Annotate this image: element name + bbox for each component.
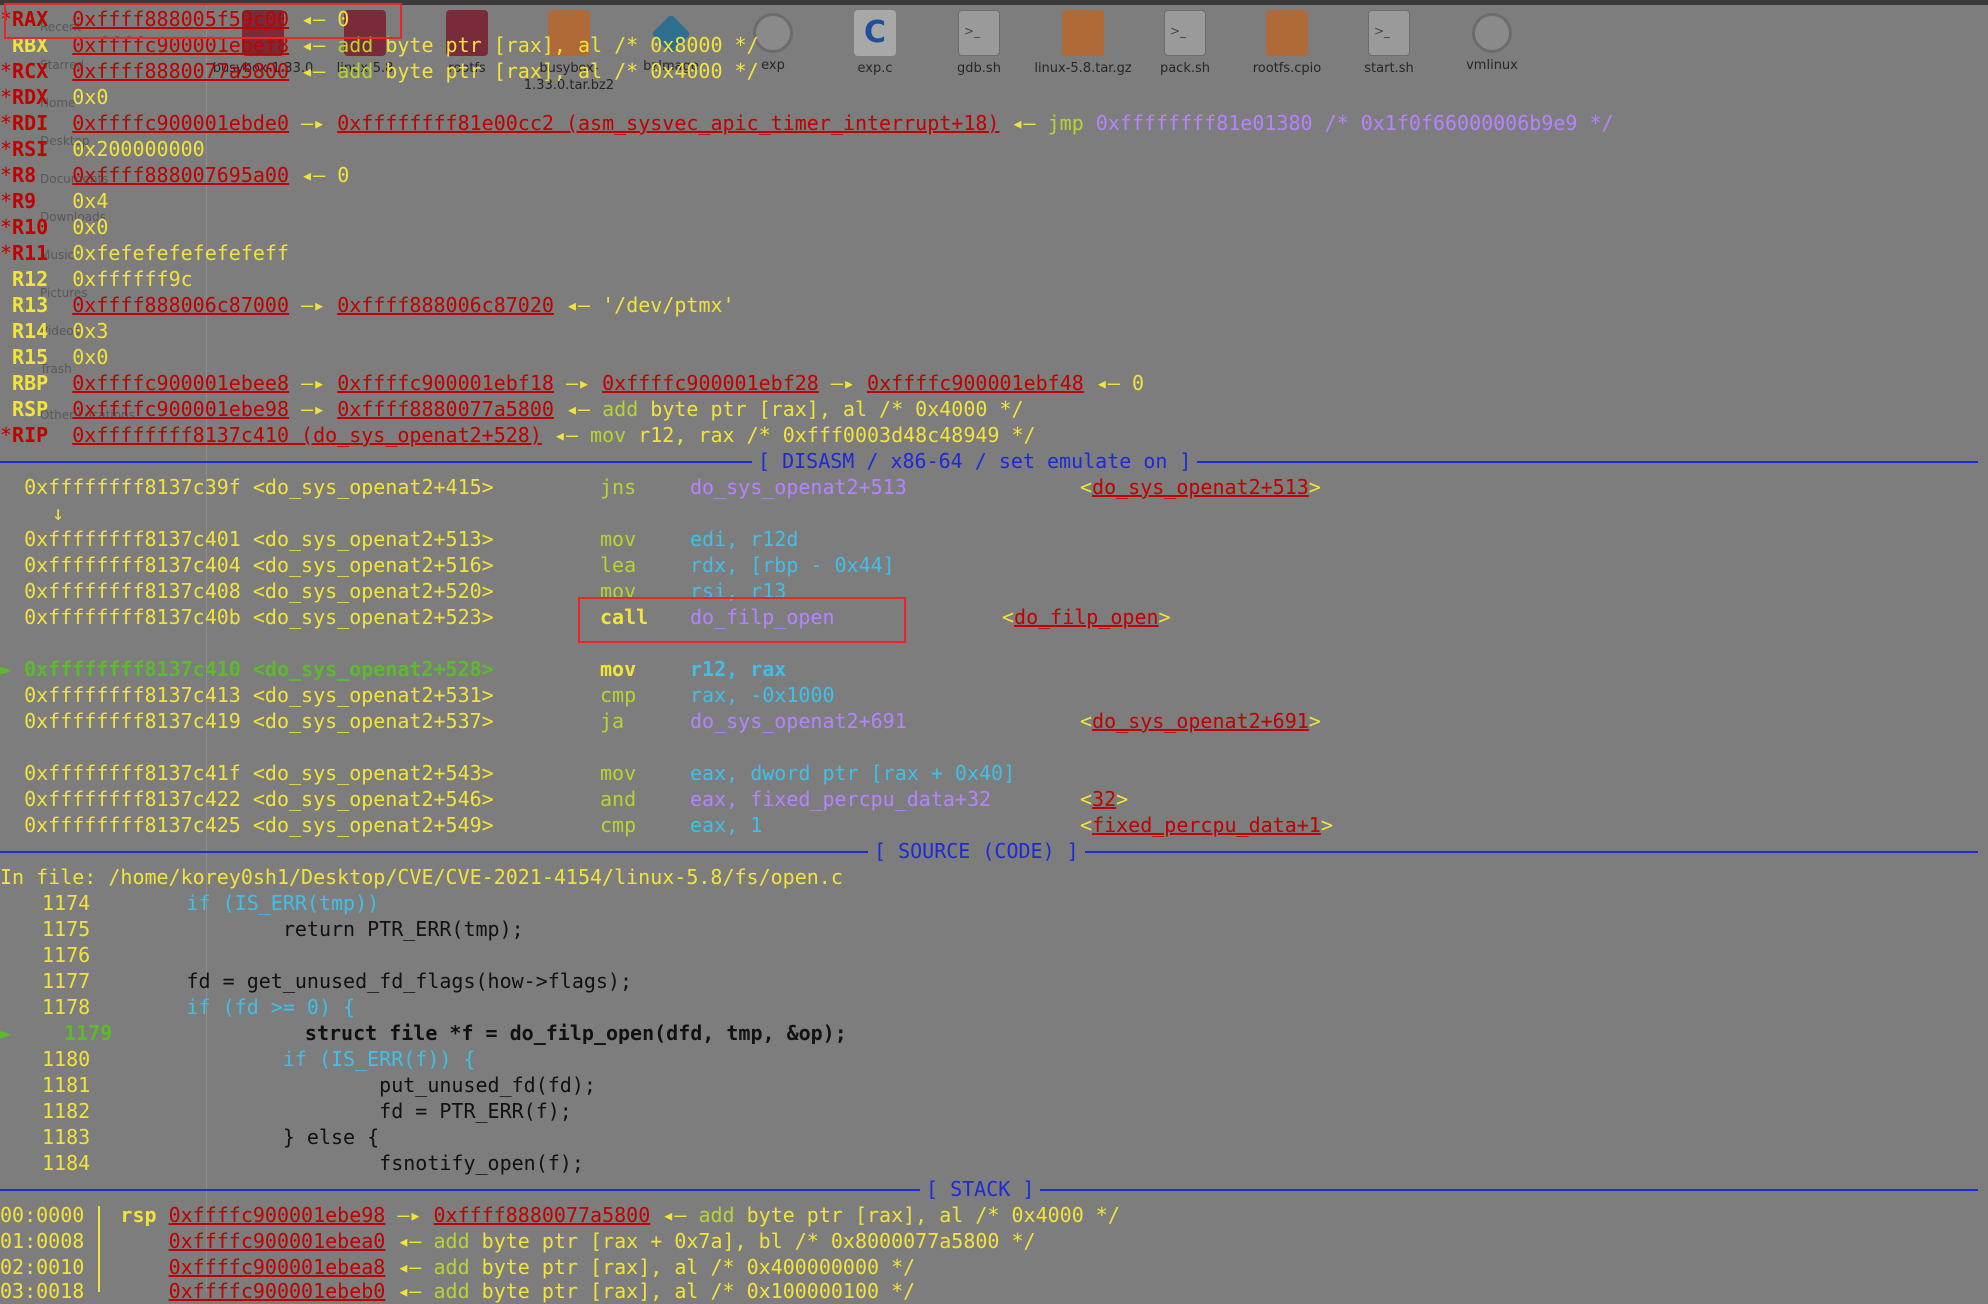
disasm-line: 0xffffffff8137c401 <do_sys_openat2+513> m…	[24, 527, 799, 551]
register-r13: R13 0xffff888006c87000 —▸ 0xffff888006c8…	[12, 293, 735, 317]
source-line: 1178 if (fd >= 0) {	[42, 995, 356, 1019]
register-r15: R15 0x0	[12, 345, 109, 369]
register-rdx: *RDX 0x0	[0, 85, 109, 109]
register-rbp: RBP 0xffffc900001ebee8 —▸ 0xffffc900001e…	[12, 371, 1144, 395]
disasm-line: 0xffffffff8137c422 <do_sys_openat2+546> a…	[24, 787, 1129, 811]
register-r8: *R8 0xffff888007695a00 ◂— 0	[0, 163, 350, 187]
disasm-line: 0xffffffff8137c425 <do_sys_openat2+549> c…	[24, 813, 1333, 837]
source-line: 1180 if (IS_ERR(f)) {	[42, 1047, 476, 1071]
disasm-line: 0xffffffff8137c413 <do_sys_openat2+531> c…	[24, 683, 835, 707]
source-line: 1176	[42, 943, 91, 967]
source-line: 1174 if (IS_ERR(tmp))	[42, 891, 380, 915]
disasm-header: [ DISASM / x86-64 / set emulate on ]	[752, 448, 1198, 474]
terminal[interactable]: *RAX 0xffff888005f59c00 ◂— 0 RBX 0xffffc…	[0, 3, 1988, 1303]
source-header: [ SOURCE (CODE) ]	[868, 838, 1085, 864]
register-r9: *R9 0x4	[0, 189, 109, 213]
register-rsp: RSP 0xffffc900001ebe98 —▸ 0xffff8880077a…	[12, 397, 1024, 421]
register-r10: *R10 0x0	[0, 215, 109, 239]
source-line: 1181 put_unused_fd(fd);	[42, 1073, 596, 1097]
source-line: 1175 return PTR_ERR(tmp);	[42, 917, 524, 941]
disasm-line: 0xffffffff8137c408 <do_sys_openat2+520> m…	[24, 579, 787, 603]
call-highlight-box	[578, 597, 906, 643]
down-arrow-icon: ↓	[52, 501, 65, 525]
register-r12: R12 0xffffff9c	[12, 267, 193, 291]
source-line: 1184 fsnotify_open(f);	[42, 1151, 584, 1175]
rax-highlight-box	[4, 3, 402, 39]
stack-header: [ STACK ]	[920, 1176, 1041, 1202]
disasm-line: 0xffffffff8137c39f <do_sys_openat2+415> …	[24, 475, 1321, 499]
disasm-line: 0xffffffff8137c419 <do_sys_openat2+537> j…	[24, 709, 1321, 733]
register-rip: *RIP 0xffffffff8137c410 (do_sys_openat2+…	[0, 423, 1036, 447]
register-rsi: *RSI 0x200000000	[0, 137, 205, 161]
register-rcx: *RCX 0xffff8880077a5800 ◂— add byte ptr …	[0, 59, 759, 83]
disasm-line: 0xffffffff8137c404 <do_sys_openat2+516> l…	[24, 553, 895, 577]
source-line: 1183 } else {	[42, 1125, 380, 1149]
stack-row: 03:0018 0xffffc900001ebeb0 ◂— add byte p…	[0, 1279, 916, 1303]
stack-row: 00:0000 rsp 0xffffc900001ebe98 —▸ 0xffff…	[0, 1203, 1120, 1227]
register-rdi: *RDI 0xffffc900001ebde0 —▸ 0xffffffff81e…	[0, 111, 1614, 135]
stack-row: 02:0010 0xffffc900001ebea8 ◂— add byte p…	[0, 1255, 916, 1279]
source-line: 1177 fd = get_unused_fd_flags(how->flags…	[42, 969, 633, 993]
register-r11: *R11 0xfefefefefefefeff	[0, 241, 290, 265]
disasm-line-current: ► 0xffffffff8137c410 <do_sys_openat2+528…	[0, 657, 787, 681]
stack-row: 01:0008 0xffffc900001ebea0 ◂— add byte p…	[0, 1229, 1036, 1253]
disasm-line: 0xffffffff8137c41f <do_sys_openat2+543> m…	[24, 761, 1016, 785]
source-line: 1182 fd = PTR_ERR(f);	[42, 1099, 572, 1123]
register-r14: R14 0x3	[12, 319, 109, 343]
source-file-path: In file: /home/korey0sh1/Desktop/CVE/CVE…	[0, 865, 843, 889]
disasm-line-call: 0xffffffff8137c40b <do_sys_openat2+523> c…	[24, 605, 1171, 629]
source-line-current: ► 1179 struct file *f = do_filp_open(dfd…	[0, 1021, 847, 1045]
